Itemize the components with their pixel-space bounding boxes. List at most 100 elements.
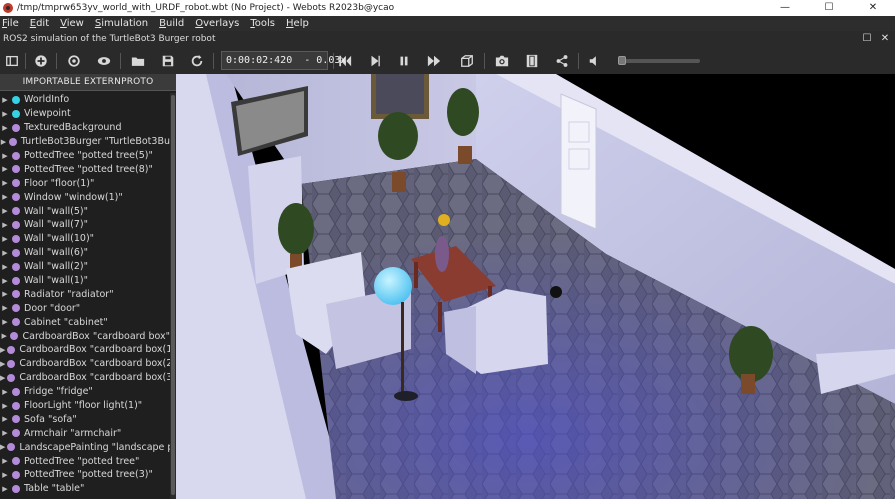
- expand-arrow-icon[interactable]: ▶: [0, 443, 5, 451]
- expand-arrow-icon[interactable]: ▶: [0, 96, 10, 104]
- scene-tree-item[interactable]: ▶ FloorLight "floor light(1)": [0, 399, 170, 413]
- save-world-button[interactable]: [159, 52, 177, 70]
- scene-tree-item-label: CardboardBox "cardboard box(3: [19, 372, 170, 384]
- mute-button[interactable]: [586, 52, 604, 70]
- expand-arrow-icon[interactable]: ▶: [0, 304, 10, 312]
- menu-view[interactable]: View: [60, 18, 84, 29]
- dock-close-button[interactable]: ✕: [879, 33, 891, 45]
- node-type-icon: [12, 387, 20, 396]
- scene-tree-item[interactable]: ▶ Cabinet "cabinet": [0, 315, 170, 329]
- scene-tree-item[interactable]: ▶ CardboardBox "cardboard box(1: [0, 343, 170, 357]
- expand-arrow-icon[interactable]: ▶: [0, 179, 10, 187]
- expand-arrow-icon[interactable]: ▶: [0, 110, 10, 118]
- maximize-button[interactable]: ☐: [807, 0, 851, 16]
- scene-tree-item[interactable]: ▶ LandscapePainting "landscape p: [0, 440, 170, 454]
- menu-help[interactable]: Help: [286, 18, 309, 29]
- scene-tree-item[interactable]: ▶ Wall "wall(5)": [0, 204, 170, 218]
- expand-arrow-icon[interactable]: ▶: [0, 277, 10, 285]
- expand-arrow-icon[interactable]: ▶: [0, 429, 10, 437]
- minimize-button[interactable]: —: [763, 0, 807, 16]
- scrollbar-thumb[interactable]: [171, 95, 175, 495]
- expand-arrow-icon[interactable]: ▶: [0, 360, 5, 368]
- dock-restore-button[interactable]: ☐: [861, 33, 873, 45]
- scene-tree-item[interactable]: ▶ PottedTree "potted tree(3)": [0, 468, 170, 482]
- pause-button[interactable]: [395, 52, 413, 70]
- scene-tree-item[interactable]: ▶ PottedTree "potted tree": [0, 454, 170, 468]
- scene-tree-item[interactable]: ▶ Fridge "fridge": [0, 385, 170, 399]
- expand-arrow-icon[interactable]: ▶: [0, 485, 10, 493]
- expand-arrow-icon[interactable]: ▶: [0, 221, 10, 229]
- door: [560, 93, 597, 230]
- screenshot-button[interactable]: [493, 52, 511, 70]
- 3d-scene-render[interactable]: [176, 74, 895, 499]
- scene-tree-item[interactable]: ▶ TurtleBot3Burger "TurtleBot3Bu: [0, 135, 170, 149]
- scene-tree-item[interactable]: ▶ Floor "floor(1)": [0, 176, 170, 190]
- volume-slider-handle[interactable]: [618, 56, 626, 65]
- scene-tree-item[interactable]: ▶ Wall "wall(6)": [0, 246, 170, 260]
- menu-tools[interactable]: Tools: [250, 18, 275, 29]
- scene-tree-item[interactable]: ▶ Armchair "armchair": [0, 426, 170, 440]
- expand-arrow-icon[interactable]: ▶: [0, 165, 10, 173]
- menu-overlays[interactable]: Overlays: [195, 18, 239, 29]
- expand-arrow-icon[interactable]: ▶: [0, 415, 10, 423]
- menu-build[interactable]: Build: [159, 18, 184, 29]
- expand-arrow-icon[interactable]: ▶: [0, 346, 5, 354]
- fast-forward-button[interactable]: [425, 52, 443, 70]
- expand-arrow-icon[interactable]: ▶: [0, 290, 10, 298]
- expand-arrow-icon[interactable]: ▶: [0, 138, 7, 146]
- close-button[interactable]: ✕: [851, 0, 895, 16]
- scene-tree-item[interactable]: ▶ CardboardBox "cardboard box": [0, 329, 170, 343]
- scene-tree-item[interactable]: ▶ Wall "wall(2)": [0, 260, 170, 274]
- menu-simulation[interactable]: Simulation: [95, 18, 148, 29]
- expand-arrow-icon[interactable]: ▶: [0, 235, 10, 243]
- view-toggle-button[interactable]: [95, 52, 113, 70]
- expand-arrow-icon[interactable]: ▶: [0, 457, 10, 465]
- reset-simulation-button[interactable]: [188, 52, 206, 70]
- scene-tree-item[interactable]: ▶ Viewpoint: [0, 107, 170, 121]
- scene-tree-item[interactable]: ▶ PottedTree "potted tree(5)": [0, 149, 170, 163]
- add-node-button[interactable]: [32, 52, 50, 70]
- toggle-scene-tree-button[interactable]: [3, 52, 21, 70]
- expand-arrow-icon[interactable]: ▶: [0, 388, 10, 396]
- scene-tree-item[interactable]: ▶ PottedTree "potted tree(8)": [0, 162, 170, 176]
- expand-arrow-icon[interactable]: ▶: [0, 318, 10, 326]
- expand-arrow-icon[interactable]: ▶: [0, 471, 10, 479]
- record-movie-button[interactable]: [523, 52, 541, 70]
- scene-tree-item[interactable]: ▶ Wall "wall(10)": [0, 232, 170, 246]
- 3d-viewport[interactable]: [176, 74, 895, 499]
- expand-arrow-icon[interactable]: ▶: [0, 124, 10, 132]
- expand-arrow-icon[interactable]: ▶: [0, 402, 10, 410]
- scene-tree-item[interactable]: ▶ Sofa "sofa": [0, 412, 170, 426]
- expand-arrow-icon[interactable]: ▶: [0, 207, 10, 215]
- turtlebot3-robot[interactable]: [550, 286, 562, 298]
- reload-world-button[interactable]: [65, 52, 83, 70]
- step-button[interactable]: [366, 52, 384, 70]
- scene-tree-item[interactable]: ▶ CardboardBox "cardboard box(2: [0, 357, 170, 371]
- scene-tree-item[interactable]: ▶ Window "window(1)": [0, 190, 170, 204]
- scene-tree-item[interactable]: ▶ Wall "wall(7)": [0, 218, 170, 232]
- expand-arrow-icon[interactable]: ▶: [0, 193, 10, 201]
- scene-tree-item[interactable]: ▶ WorldInfo: [0, 93, 170, 107]
- expand-arrow-icon[interactable]: ▶: [0, 374, 5, 382]
- open-world-button[interactable]: [129, 52, 147, 70]
- share-button[interactable]: [553, 52, 571, 70]
- menu-edit[interactable]: Edit: [30, 18, 49, 29]
- expand-arrow-icon[interactable]: ▶: [0, 249, 10, 257]
- menu-file[interactable]: File: [2, 18, 19, 29]
- expand-arrow-icon[interactable]: ▶: [0, 263, 10, 271]
- volume-slider-track[interactable]: [620, 59, 700, 63]
- expand-arrow-icon[interactable]: ▶: [0, 152, 10, 160]
- scene-tree-item[interactable]: ▶ Table "table": [0, 482, 170, 496]
- scene-tree-item[interactable]: ▶ Wall "wall(1)": [0, 274, 170, 288]
- reset-icon: [191, 54, 203, 67]
- scene-tree-item[interactable]: ▶ Radiator "radiator": [0, 287, 170, 301]
- expand-arrow-icon[interactable]: ▶: [0, 332, 8, 340]
- scene-tree-header[interactable]: IMPORTABLE EXTERNPROTO: [0, 74, 176, 91]
- scene-tree-item[interactable]: ▶ TexturedBackground: [0, 121, 170, 135]
- webots-logo-icon: [3, 3, 13, 13]
- rendering-toggle-button[interactable]: [458, 52, 476, 70]
- scene-tree-item-label: Radiator "radiator": [24, 288, 114, 300]
- scene-tree-item-label: LandscapePainting "landscape p: [19, 441, 170, 453]
- scene-tree-item[interactable]: ▶ CardboardBox "cardboard box(3: [0, 371, 170, 385]
- scene-tree-item[interactable]: ▶ Door "door": [0, 301, 170, 315]
